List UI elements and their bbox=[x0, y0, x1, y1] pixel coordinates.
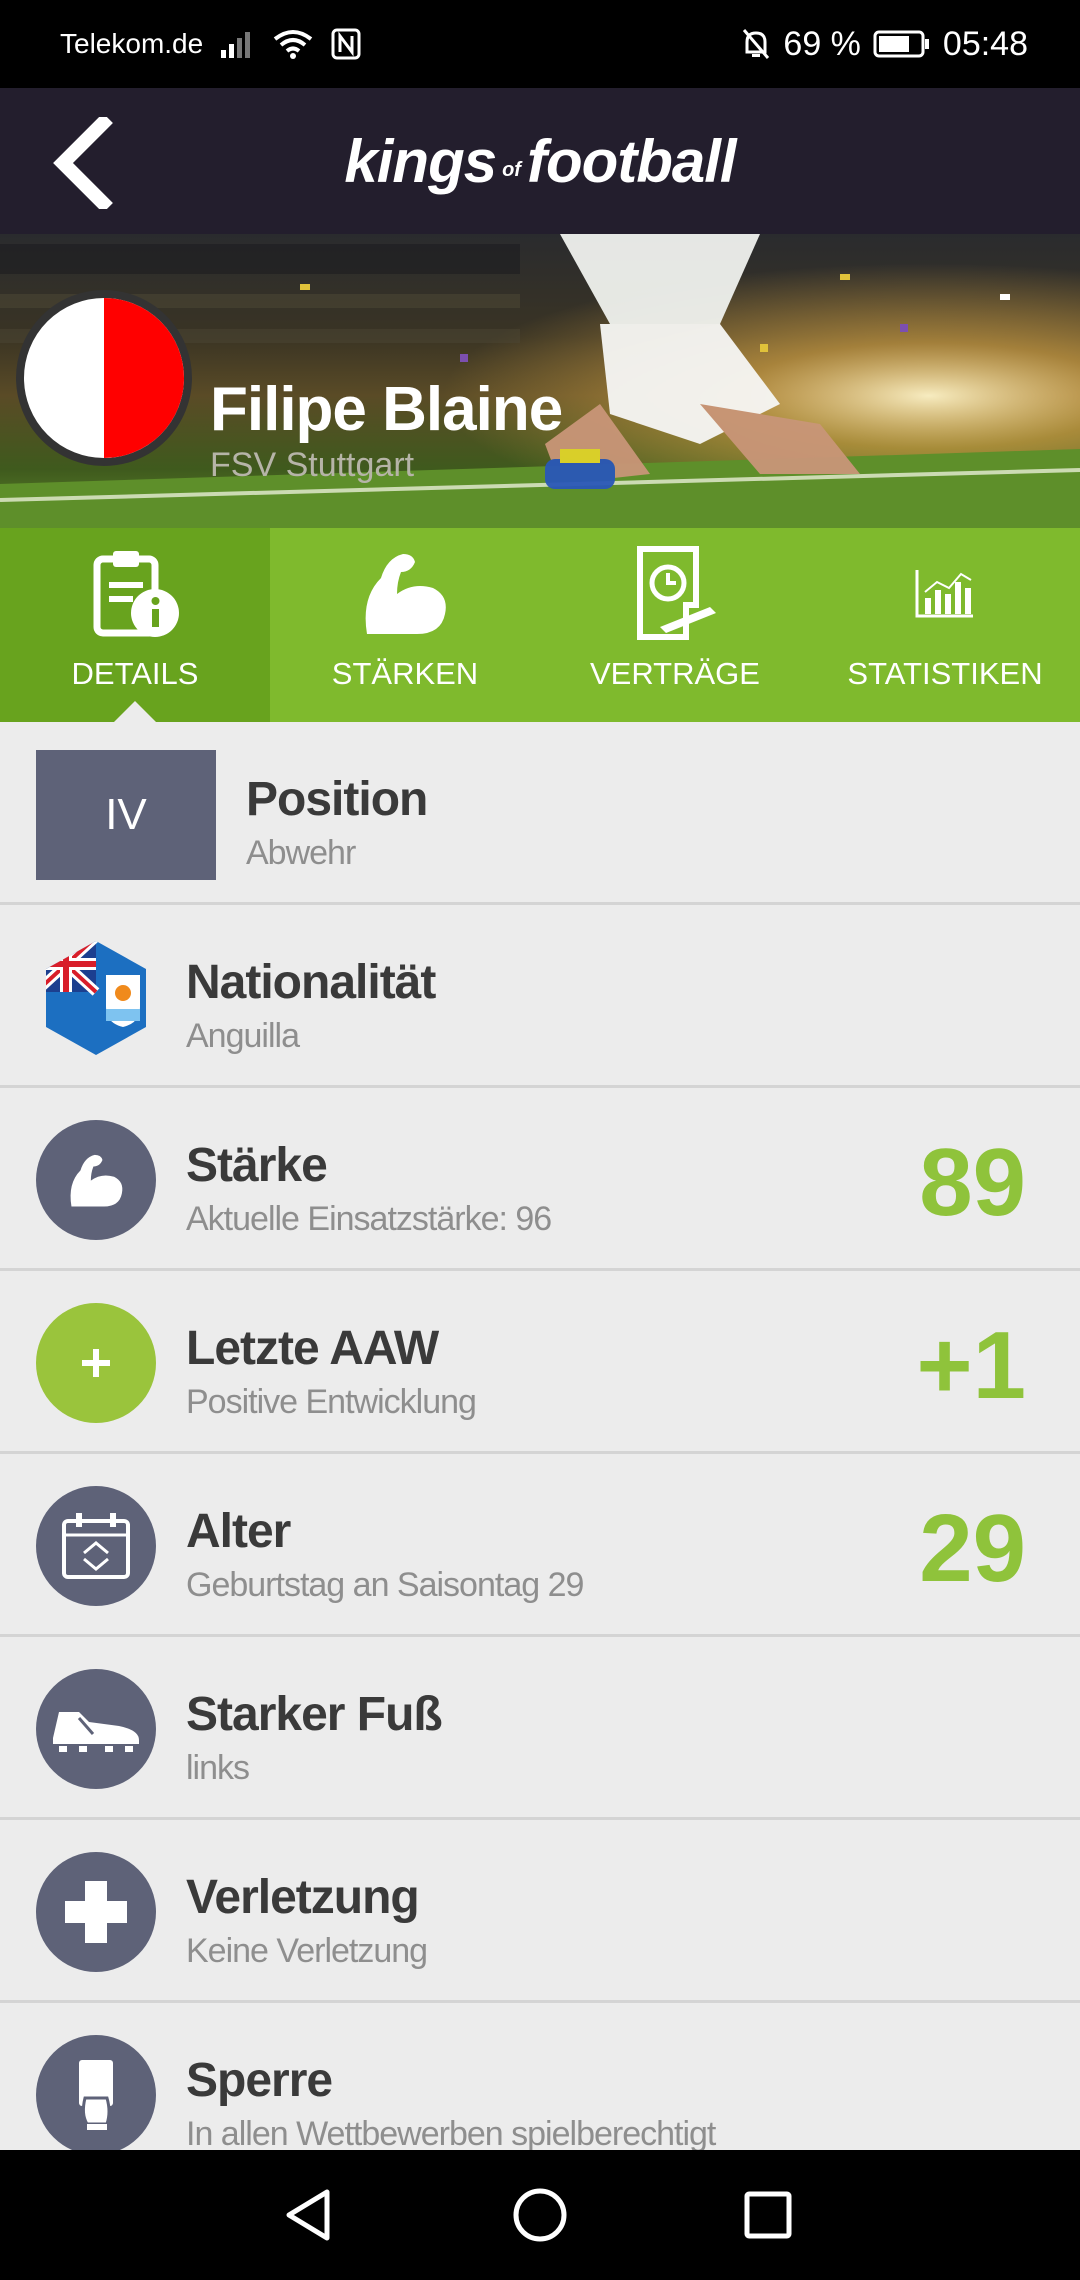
item-title: Sperre bbox=[186, 2054, 333, 2107]
strength-icon-circle bbox=[36, 1120, 156, 1240]
list-item-age[interactable]: Alter Geburtstag an Saisontag 29 29 bbox=[0, 1454, 1080, 1637]
tab-details-label: DETAILS bbox=[71, 656, 199, 691]
item-subtitle: links bbox=[186, 1749, 250, 1787]
player-name: Filipe Blaine bbox=[210, 375, 563, 444]
app-bar: kings of football bbox=[0, 88, 1080, 234]
medical-cross-icon bbox=[65, 1881, 127, 1943]
square-recents-icon bbox=[744, 2191, 792, 2239]
clipboard-info-icon bbox=[93, 551, 179, 637]
flexed-arm-icon bbox=[70, 1154, 123, 1207]
item-title: Letzte AAW bbox=[186, 1322, 439, 1375]
player-header: Filipe Blaine FSV Stuttgart bbox=[0, 234, 1080, 528]
tab-staerken[interactable]: STÄRKEN bbox=[270, 528, 540, 722]
anguilla-flag-icon bbox=[46, 941, 146, 1055]
club-logo bbox=[16, 290, 192, 466]
flexed-arm-icon bbox=[365, 554, 446, 634]
item-title: Position bbox=[246, 773, 428, 826]
tab-staerken-label: STÄRKEN bbox=[331, 656, 479, 691]
player-club[interactable]: FSV Stuttgart bbox=[210, 446, 414, 485]
item-subtitle: Anguilla bbox=[186, 1017, 300, 1055]
item-subtitle: Positive Entwicklung bbox=[186, 1383, 477, 1421]
carrier-label: Telekom.de bbox=[60, 28, 204, 59]
strength-value: 89 bbox=[919, 1129, 1026, 1236]
mute-bell-icon bbox=[741, 28, 771, 60]
list-item-last-aaw[interactable]: Letzte AAW Positive Entwicklung +1 bbox=[0, 1271, 1080, 1454]
list-item-nationality[interactable]: Nationalität Anguilla bbox=[0, 905, 1080, 1088]
suspension-icon-circle bbox=[36, 2035, 156, 2150]
tab-details[interactable]: DETAILS bbox=[0, 528, 270, 723]
foot-icon-circle bbox=[36, 1669, 156, 1789]
nav-recents-button[interactable] bbox=[728, 2175, 808, 2255]
tab-vertraege-label: VERTRÄGE bbox=[590, 656, 760, 691]
list-item-strong-foot[interactable]: Starker Fuß links bbox=[0, 1637, 1080, 1820]
list-item-suspension[interactable]: Sperre In allen Wettbewerben spielberech… bbox=[0, 2003, 1080, 2150]
nav-back-button[interactable] bbox=[268, 2175, 348, 2255]
card-hand-icon bbox=[79, 2060, 113, 2130]
triangle-back-icon bbox=[286, 2189, 330, 2241]
tab-bar: DETAILS STÄRKEN VERTRÄGE STATISTIKEN bbox=[0, 528, 1080, 723]
item-title: Alter bbox=[186, 1505, 291, 1558]
app-logo: kings of football bbox=[0, 88, 1080, 234]
status-bar: Telekom.de 69 % 05:48 bbox=[0, 0, 1080, 88]
tab-vertraege[interactable]: VERTRÄGE bbox=[540, 528, 810, 722]
clock: 05:48 bbox=[942, 24, 1028, 63]
football-boot-icon bbox=[53, 1712, 139, 1752]
item-subtitle: Abwehr bbox=[246, 834, 356, 872]
battery-icon bbox=[873, 30, 931, 58]
item-title: Stärke bbox=[186, 1139, 328, 1192]
item-title: Nationalität bbox=[186, 956, 436, 1009]
age-value: 29 bbox=[919, 1495, 1026, 1602]
system-nav-bar bbox=[0, 2150, 1080, 2280]
battery-percent: 69 % bbox=[783, 24, 861, 63]
position-badge: IV bbox=[36, 750, 216, 880]
list-item-strength[interactable]: Stärke Aktuelle Einsatzstärke: 96 89 bbox=[0, 1088, 1080, 1271]
item-subtitle: Geburtstag an Saisontag 29 bbox=[186, 1566, 584, 1604]
plus-icon bbox=[82, 1349, 110, 1377]
item-subtitle: Aktuelle Einsatzstärke: 96 bbox=[186, 1200, 552, 1238]
logo-word-football: football bbox=[526, 127, 737, 195]
item-subtitle: In allen Wettbewerben spielberechtigt bbox=[186, 2115, 716, 2150]
item-title: Verletzung bbox=[186, 1871, 420, 1924]
list-item-injury[interactable]: Verletzung Keine Verletzung bbox=[0, 1820, 1080, 2003]
tab-statistiken-label: STATISTIKEN bbox=[847, 656, 1043, 691]
details-list: IV Position Abwehr Nationalität Anguilla… bbox=[0, 722, 1080, 2150]
logo-word-kings: kings bbox=[344, 127, 497, 195]
aaw-icon-circle bbox=[36, 1303, 156, 1423]
circle-home-icon bbox=[513, 2188, 567, 2242]
bar-chart-icon bbox=[915, 570, 973, 618]
signal-icon bbox=[221, 30, 255, 58]
list-item-position[interactable]: IV Position Abwehr bbox=[0, 722, 1080, 905]
nav-home-button[interactable] bbox=[500, 2175, 580, 2255]
item-subtitle: Keine Verletzung bbox=[186, 1932, 428, 1970]
age-icon-circle bbox=[36, 1486, 156, 1606]
item-title: Starker Fuß bbox=[186, 1688, 443, 1741]
calendar-icon bbox=[62, 1513, 130, 1579]
wifi-icon bbox=[273, 29, 313, 59]
injury-icon-circle bbox=[36, 1852, 156, 1972]
aaw-value: +1 bbox=[916, 1312, 1026, 1419]
tab-statistiken[interactable]: STATISTIKEN bbox=[810, 528, 1080, 722]
logo-word-of: of bbox=[502, 158, 521, 181]
nfc-icon bbox=[331, 28, 361, 60]
contract-icon bbox=[637, 546, 716, 640]
